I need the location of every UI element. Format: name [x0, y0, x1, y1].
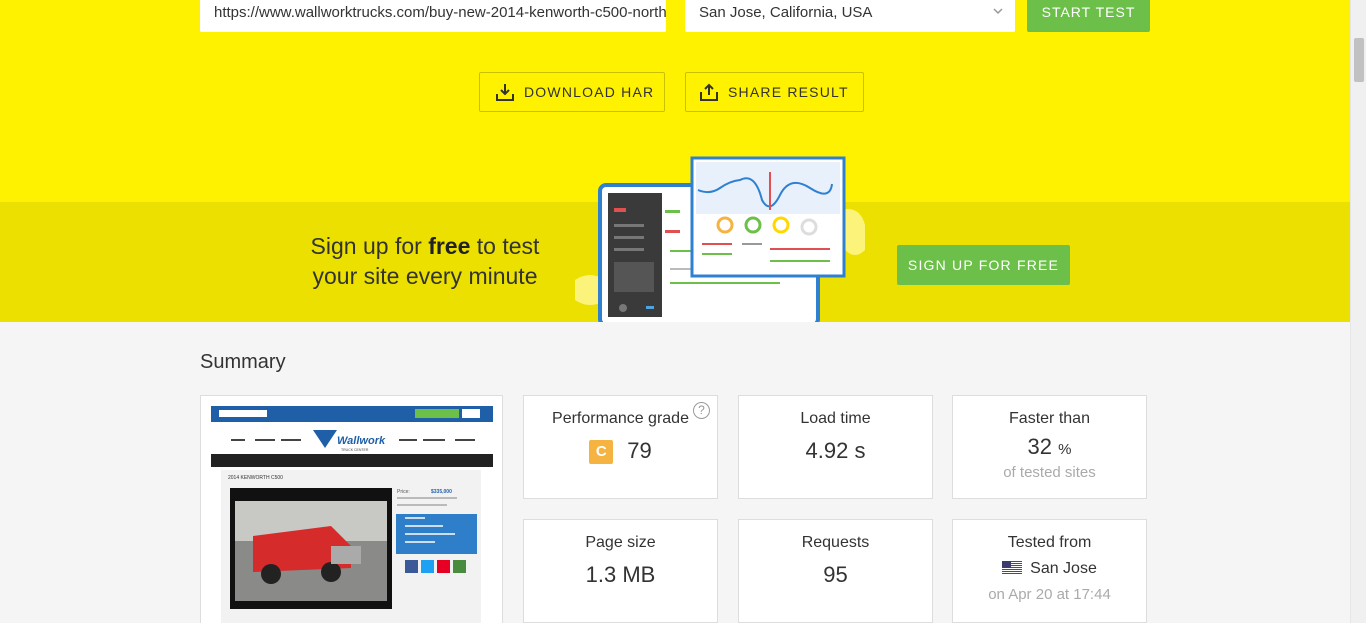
promo-text: Sign up for free to test your site every… [310, 233, 540, 289]
page-size-value: 1.3 MB [585, 562, 656, 587]
page-thumbnail: Wallwork TRUCK CENTER 2014 KENWORTH C500… [211, 406, 493, 623]
grade-badge: C [589, 440, 614, 465]
page-size-card: Page size 1.3 MB [523, 519, 718, 623]
us-flag-icon [1002, 561, 1023, 574]
vertical-scrollbar[interactable] [1350, 0, 1366, 623]
download-har-button[interactable]: DOWNLOAD HAR [479, 72, 665, 112]
load-time-value: 4.92 s [805, 438, 866, 463]
load-time-card: Load time 4.92 s [738, 395, 933, 499]
requests-label: Requests [801, 534, 870, 551]
summary-heading: Summary [200, 351, 286, 373]
share-label: SHARE RESULT [728, 84, 849, 100]
website-screenshot: Wallwork TRUCK CENTER 2014 KENWORTH C500… [200, 395, 503, 623]
tested-from-card: Tested from San Jose on Apr 20 at 17:44 [952, 519, 1147, 623]
hero-section: https://www.wallworktrucks.com/buy-new-2… [0, 0, 1366, 322]
thumb-page-heading: 2014 KENWORTH C500 [228, 475, 283, 481]
chevron-down-icon [993, 8, 1003, 15]
dashboard-illustration [575, 156, 865, 322]
download-icon [496, 84, 514, 101]
load-time-label: Load time [800, 410, 871, 427]
requests-card: Requests 95 [738, 519, 933, 623]
start-test-button[interactable]: START TEST [1027, 0, 1150, 32]
faster-than-card: Faster than 32 % of tested sites [952, 395, 1147, 499]
tested-from-date: on Apr 20 at 17:44 [988, 586, 1111, 603]
share-result-button[interactable]: SHARE RESULT [685, 72, 864, 112]
faster-than-sub: of tested sites [1003, 464, 1096, 481]
location-value: San Jose, California, USA [699, 4, 873, 21]
tested-from-location: San Jose [1030, 560, 1097, 577]
performance-grade-label: Performance grade [552, 410, 689, 427]
sign-up-button[interactable]: SIGN UP FOR FREE [897, 245, 1070, 285]
site-logo-sub: TRUCK CENTER [341, 448, 369, 452]
page-size-label: Page size [585, 534, 656, 551]
upload-icon [700, 83, 718, 101]
url-input[interactable]: https://www.wallworktrucks.com/buy-new-2… [200, 0, 666, 32]
faster-than-label: Faster than [1009, 410, 1090, 427]
tested-from-label: Tested from [1007, 534, 1092, 551]
location-select[interactable]: San Jose, California, USA [685, 0, 1015, 32]
thumb-price-label: Price: [397, 489, 410, 495]
performance-score: 79 [627, 438, 652, 463]
performance-grade-card: ? Performance grade C 79 [523, 395, 718, 499]
thumb-price: $335,000 [431, 489, 452, 495]
requests-value: 95 [823, 562, 848, 587]
download-label: DOWNLOAD HAR [524, 84, 655, 100]
site-logo: Wallwork [337, 435, 386, 447]
help-icon[interactable]: ? [693, 402, 710, 419]
scrollbar-thumb[interactable] [1354, 38, 1364, 82]
faster-than-value: 32 [1027, 434, 1052, 459]
faster-than-unit: % [1058, 441, 1072, 458]
